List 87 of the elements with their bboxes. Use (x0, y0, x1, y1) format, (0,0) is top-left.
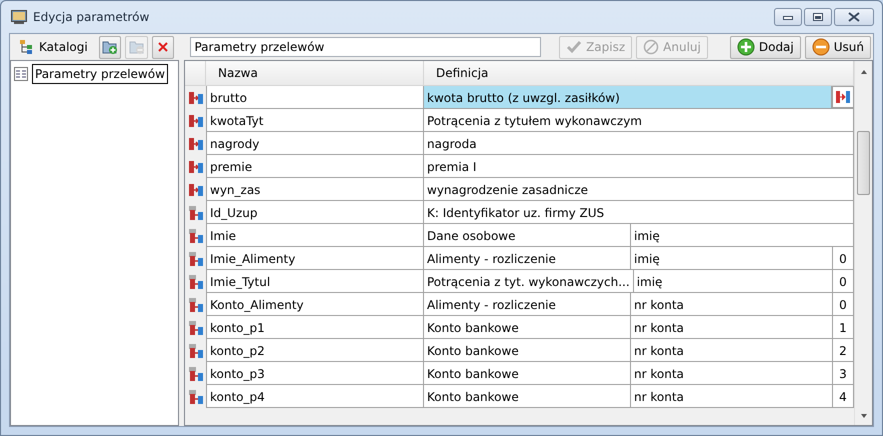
parameter-icon (188, 136, 204, 152)
plus-icon (736, 38, 755, 56)
definition-row[interactable]: premia I (424, 155, 854, 178)
window-title: Edycja parametrów (33, 9, 150, 26)
parameter-icon (188, 112, 204, 128)
linked-parameter-icon (188, 274, 204, 290)
tree-item[interactable]: Parametry przelewów (32, 64, 168, 84)
catalogs-button[interactable]: Katalogi (12, 36, 95, 58)
close-icon (158, 42, 168, 52)
table-cell: Dane osobowe (424, 224, 631, 246)
folder-minus-icon (128, 40, 145, 54)
table-cell: konto_p1 (206, 316, 424, 339)
definition-row[interactable]: Dane osobowe imię (424, 224, 854, 247)
table-cell: nr konta (631, 339, 833, 361)
definition-row[interactable]: Potrącenia z tytułem wykonawczym (424, 109, 854, 132)
remove-button[interactable]: Usuń (804, 36, 871, 58)
definition-row[interactable]: nagroda (424, 132, 854, 155)
maximize-icon (813, 13, 823, 21)
table-cell: Imie_Alimenty (206, 247, 424, 270)
table-cell: nr konta (631, 385, 833, 407)
scrollbar[interactable] (854, 61, 872, 425)
table-cell: kwotaTyt (206, 109, 424, 132)
definition-row[interactable]: K: Identyfikator uz. firmy ZUS (424, 201, 854, 224)
definition-row[interactable]: Konto bankowe nr konta 3 (424, 362, 854, 385)
table-cell: Potrącenia z tyt. wykonawczych... (424, 270, 634, 292)
close-button[interactable] (834, 8, 874, 26)
checkmark-icon (566, 40, 582, 54)
picker-button[interactable] (832, 86, 854, 108)
minus-icon (812, 38, 830, 56)
column-header[interactable]: Nazwa (206, 61, 424, 85)
scrollbar-thumb[interactable] (857, 131, 870, 195)
window-icon (11, 10, 27, 24)
folder-plus-icon (102, 40, 118, 54)
close-icon (848, 12, 860, 22)
table-cell: nr konta (631, 293, 833, 315)
table-cell: konto_p3 (206, 362, 424, 385)
hierarchy-icon (19, 39, 35, 55)
linked-parameter-icon (188, 342, 204, 358)
linked-parameter-icon (188, 228, 204, 244)
minimize-icon (783, 14, 793, 20)
table-cell: Konto bankowe (424, 362, 631, 384)
parameter-icon (188, 182, 204, 198)
table-cell: Id_Uzup (206, 201, 424, 224)
maximize-button[interactable] (804, 8, 832, 26)
table-cell: konto_p4 (206, 385, 424, 408)
linked-parameter-icon (188, 320, 204, 336)
add-folder-button[interactable] (98, 36, 122, 58)
table-cell: Konto bankowe (424, 339, 631, 361)
linked-parameter-icon (188, 366, 204, 382)
table-list-icon (14, 67, 28, 81)
table-cell: Konto bankowe (424, 385, 631, 407)
linked-parameter-icon (188, 204, 204, 220)
add-button[interactable]: Dodaj (730, 36, 801, 58)
table-cell: Imie_Tytul (206, 270, 424, 293)
table-cell: Konto_Alimenty (206, 293, 424, 316)
table-cell: Alimenty - rozliczenie (424, 247, 631, 269)
table-cell: nagrody (206, 132, 424, 155)
table-cell: imię (634, 270, 833, 292)
definition-row[interactable]: Alimenty - rozliczenie imię 0 (424, 247, 854, 270)
linked-parameter-icon (188, 250, 204, 266)
minimize-button[interactable] (774, 8, 802, 26)
definition-row[interactable]: Konto bankowe nr konta 2 (424, 339, 854, 362)
prohibited-icon (643, 39, 660, 55)
name-input-field[interactable]: Parametry przelewów (190, 37, 542, 57)
table-cell: imię (631, 247, 833, 269)
scroll-down-icon[interactable] (860, 413, 868, 419)
parameter-icon (188, 158, 204, 174)
parameter-icon (188, 90, 204, 106)
scroll-up-icon[interactable] (860, 69, 868, 75)
table-cell: brutto (206, 86, 424, 109)
table-cell: Alimenty - rozliczenie (424, 293, 631, 315)
delete-button[interactable] (152, 36, 174, 58)
table-cell: Imie (206, 224, 424, 247)
table-cell: Konto bankowe (424, 316, 631, 338)
definition-row[interactable]: wynagrodzenie zasadnicze (424, 178, 854, 201)
table-cell: premie (206, 155, 424, 178)
table-cell: wyn_zas (206, 178, 424, 201)
table-cell: nr konta (631, 316, 833, 338)
definition-row[interactable]: Konto bankowe nr konta 1 (424, 316, 854, 339)
definition-row[interactable]: Alimenty - rozliczenie nr konta 0 (424, 293, 854, 316)
link-parameter-icon (835, 90, 851, 104)
definition-row[interactable]: Konto bankowe nr konta 4 (424, 385, 854, 408)
table-cell: nr konta (631, 362, 833, 384)
linked-parameter-icon (188, 296, 204, 312)
definition-row[interactable]: Potrącenia z tyt. wykonawczych... imię 0 (424, 270, 854, 293)
linked-parameter-icon (188, 388, 204, 404)
table-cell: konto_p2 (206, 339, 424, 362)
